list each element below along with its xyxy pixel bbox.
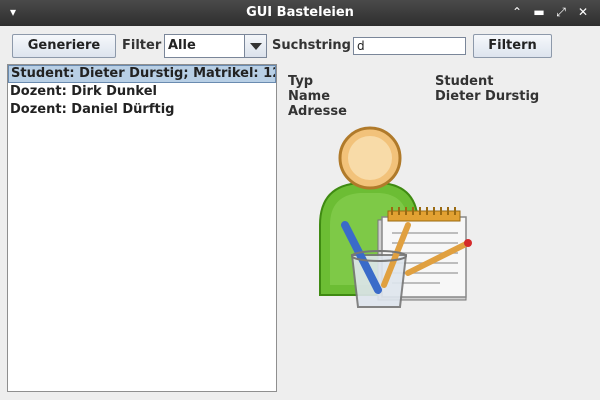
search-input[interactable]: d — [353, 37, 466, 55]
close-icon[interactable]: ✕ — [576, 5, 590, 19]
minimize-icon[interactable]: ▬ — [532, 5, 546, 19]
title-bar: ▾ GUI Basteleien ⌃ ▬ ⤢ ✕ — [0, 0, 600, 26]
filter-selected-value: Alle — [168, 38, 196, 53]
maximize-icon[interactable]: ⤢ — [554, 5, 568, 19]
type-label: Typ — [288, 74, 314, 89]
list-item[interactable]: Student: Dieter Durstig; Matrikel: 124 — [8, 65, 276, 83]
generate-button[interactable]: Generiere — [12, 34, 116, 58]
type-value: Student — [435, 74, 494, 89]
list-item[interactable]: Dozent: Daniel Dürftig — [8, 101, 276, 119]
list-item[interactable]: Dozent: Dirk Dunkel — [8, 83, 276, 101]
filter-select[interactable]: Alle — [164, 34, 267, 58]
app-window: ▾ GUI Basteleien ⌃ ▬ ⤢ ✕ Generiere Filte… — [0, 0, 600, 400]
search-label: Suchstring — [272, 38, 351, 53]
user-notepad-icon — [319, 126, 472, 308]
address-label: Adresse — [288, 104, 347, 119]
shade-icon[interactable]: ⌃ — [510, 5, 524, 19]
filter-button[interactable]: Filtern — [473, 34, 552, 58]
name-label: Name — [288, 89, 331, 104]
person-list[interactable]: Student: Dieter Durstig; Matrikel: 124 D… — [7, 64, 277, 392]
name-value: Dieter Durstig — [435, 89, 540, 104]
filter-label: Filter — [122, 38, 162, 53]
chevron-down-icon[interactable] — [244, 35, 266, 57]
